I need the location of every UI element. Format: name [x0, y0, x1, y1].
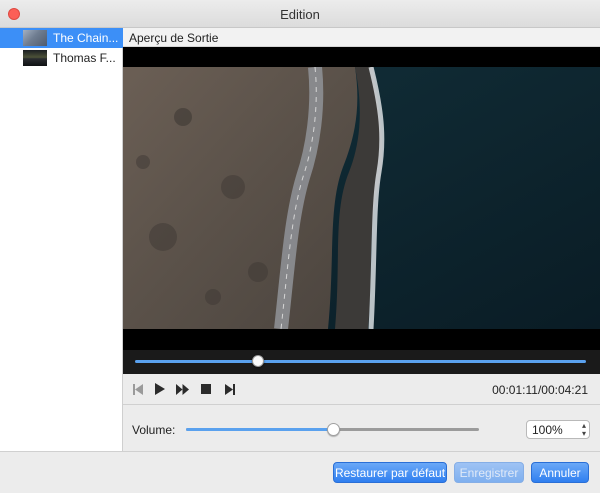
window-title: Edition	[280, 7, 320, 22]
stop-icon[interactable]	[199, 382, 213, 396]
preview-header: Aperçu de Sortie	[123, 28, 600, 47]
video-frame	[123, 67, 600, 329]
skip-forward-icon[interactable]	[223, 382, 237, 396]
preview-title: Aperçu de Sortie	[129, 31, 219, 45]
file-name-label: Thomas F...	[53, 51, 116, 65]
skip-back-icon[interactable]	[131, 382, 145, 396]
save-button[interactable]: Enregistrer	[454, 462, 524, 483]
video-thumbnail	[23, 50, 47, 66]
play-icon[interactable]	[153, 382, 167, 396]
volume-handle[interactable]	[326, 423, 340, 436]
file-list-sidebar: The Chain... Thomas F...	[0, 28, 123, 451]
playback-controls: 00:01:11/00:04:21	[123, 374, 600, 405]
volume-fill	[186, 428, 333, 431]
dialog-footer: Restaurer par défaut Enregistrer Annuler	[0, 451, 600, 493]
file-list-item-the-chain[interactable]: The Chain...	[0, 28, 123, 48]
volume-percent-value: 100%	[532, 423, 563, 437]
video-frame-image	[123, 67, 600, 329]
fast-forward-icon[interactable]	[175, 382, 189, 396]
volume-row: Volume: 100% ▴ ▾	[123, 405, 600, 451]
playback-time: 00:01:11/00:04:21	[492, 383, 588, 397]
stepper-arrows-icon[interactable]: ▴ ▾	[582, 422, 586, 438]
cancel-button[interactable]: Annuler	[531, 462, 589, 483]
file-list-item-thomas[interactable]: Thomas F...	[0, 48, 123, 68]
title-bar: Edition	[0, 0, 600, 28]
file-name-label: The Chain...	[53, 31, 119, 45]
seek-bar[interactable]	[135, 360, 586, 363]
volume-percent-select[interactable]: 100% ▴ ▾	[526, 420, 590, 439]
seek-handle[interactable]	[251, 355, 264, 367]
video-preview	[123, 47, 600, 350]
video-thumbnail	[23, 30, 47, 46]
seek-bar-panel	[123, 350, 600, 374]
restore-defaults-button[interactable]: Restaurer par défaut	[333, 462, 447, 483]
volume-label: Volume:	[132, 423, 176, 437]
